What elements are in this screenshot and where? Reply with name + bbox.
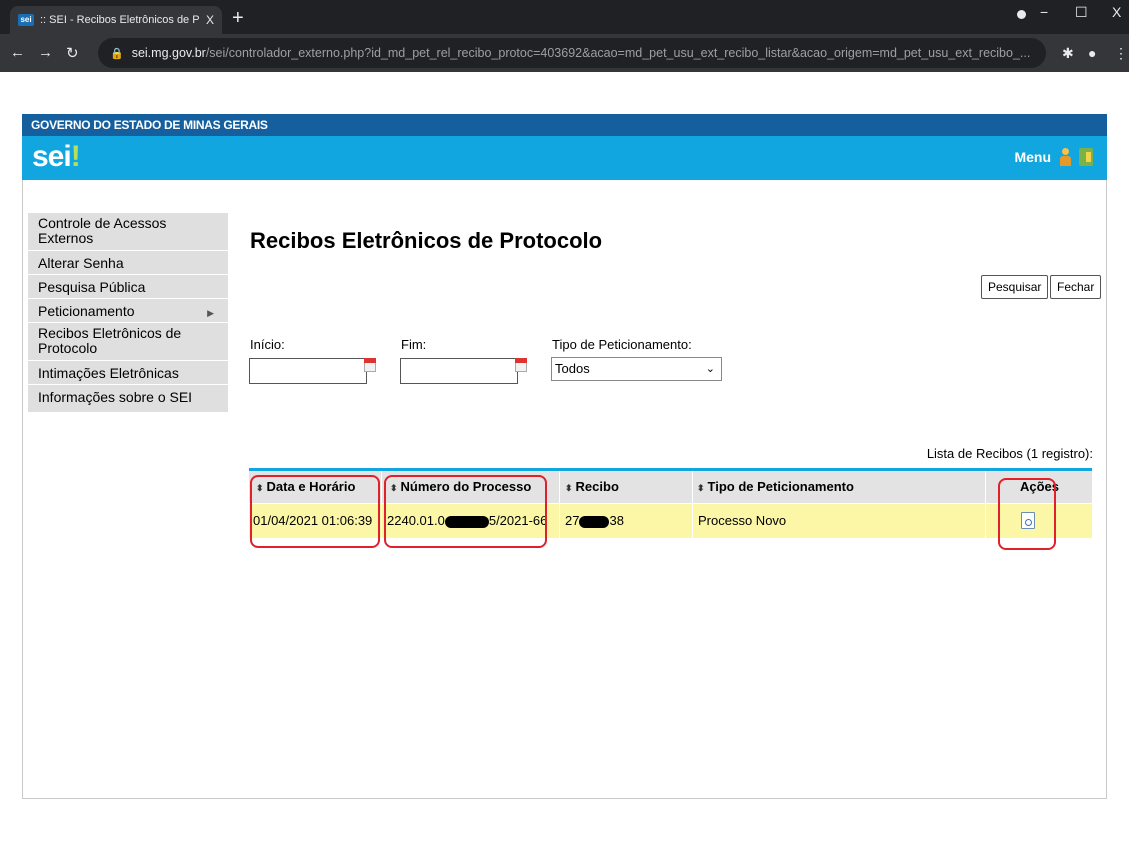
recibo-prefix: 27	[565, 513, 580, 528]
extensions-icon[interactable]: ✱	[1062, 45, 1074, 62]
sort-icon: ⬍	[697, 483, 705, 493]
processo-prefix: 2240.01.0	[387, 513, 445, 528]
table-row: 01/04/2021 01:06:39 2240.01.0 5/2021-66 2…	[249, 504, 1092, 538]
sidebar-item-controle-acessos[interactable]: Controle de Acessos Externos	[28, 213, 228, 251]
sei-logo[interactable]: sei!	[32, 140, 81, 174]
page-title: Recibos Eletrônicos de Protocolo	[250, 228, 603, 253]
processo-suffix: 5/2021-66	[488, 513, 548, 528]
sei-favicon-icon: sei	[18, 14, 34, 26]
tab-close-icon[interactable]: X	[206, 13, 214, 27]
cell-recibo: 27 38	[561, 504, 693, 538]
tab-title: :: SEI - Recibos Eletrônicos de Pro	[40, 14, 200, 26]
pesquisar-button[interactable]: Pesquisar	[981, 275, 1049, 299]
inicio-label: Início:	[250, 337, 285, 352]
col-header-acoes: Ações	[987, 471, 1092, 503]
back-arrow-icon[interactable]: ←	[10, 44, 25, 61]
forward-arrow-icon[interactable]: →	[38, 44, 53, 61]
col-header-data[interactable]: ⬍ Data e Horário	[249, 471, 382, 503]
close-window-button[interactable]: X	[1112, 4, 1121, 20]
tipo-label: Tipo de Peticionamento:	[552, 337, 692, 352]
sidebar-item-alterar-senha[interactable]: Alterar Senha	[28, 251, 228, 275]
sort-icon: ⬍	[565, 483, 573, 493]
cell-data: 01/04/2021 01:06:39	[249, 504, 382, 538]
col-header-label: Recibo	[575, 479, 619, 494]
sidebar-item-pesquisa-publica[interactable]: Pesquisa Pública	[28, 275, 228, 299]
avatar[interactable]: ●	[1088, 45, 1096, 61]
sort-icon: ⬍	[390, 483, 398, 493]
menu-link[interactable]: Menu	[1014, 149, 1051, 165]
maximize-button[interactable]: ☐	[1075, 4, 1088, 21]
col-header-label: Data e Horário	[266, 479, 356, 494]
cell-processo: 2240.01.0 5/2021-66	[383, 504, 560, 538]
url-path: /sei/controlador_externo.php?id_md_pet_r…	[205, 46, 1031, 60]
sidebar-item-label: Pesquisa Pública	[38, 279, 146, 295]
sidebar-item-label: Intimações Eletrônicas	[38, 365, 179, 381]
view-receipt-icon[interactable]	[1021, 512, 1035, 529]
gov-header: GOVERNO DO ESTADO DE MINAS GERAIS	[22, 114, 1107, 136]
exit-icon[interactable]	[1079, 148, 1093, 166]
col-header-recibo[interactable]: ⬍ Recibo	[561, 471, 693, 503]
browser-toolbar: ← → ↻ 🔒 sei.mg.gov.br /sei/controlador_e…	[0, 34, 1129, 72]
sidebar-item-informacoes[interactable]: Informações sobre o SEI	[28, 385, 228, 413]
sidebar-item-peticionamento[interactable]: Peticionamento ▶	[28, 299, 228, 323]
lock-icon: 🔒	[110, 47, 124, 60]
calendar-icon[interactable]	[515, 358, 527, 372]
minimize-button[interactable]: −	[1040, 4, 1048, 20]
col-header-label: Ações	[1019, 479, 1060, 494]
fim-date-input[interactable]	[400, 358, 518, 384]
browser-tab-strip: sei :: SEI - Recibos Eletrônicos de Pro …	[0, 0, 1129, 34]
inicio-date-input[interactable]	[249, 358, 367, 384]
recibo-suffix: 38	[609, 513, 624, 528]
submenu-arrow-icon: ▶	[207, 308, 214, 318]
incognito-icon[interactable]	[1017, 10, 1026, 19]
user-icon[interactable]	[1059, 148, 1071, 166]
sort-icon: ⬍	[256, 483, 264, 493]
cell-tipo: Processo Novo	[694, 504, 986, 538]
sidebar-item-intimacoes[interactable]: Intimações Eletrônicas	[28, 361, 228, 385]
sidebar-item-label: Peticionamento	[38, 303, 135, 319]
sidebar-item-label: Controle de Acessos Externos	[38, 215, 167, 246]
col-header-tipo[interactable]: ⬍ Tipo de Peticionamento	[694, 471, 986, 503]
redaction-mark	[444, 515, 489, 528]
address-bar[interactable]: 🔒 sei.mg.gov.br /sei/controlador_externo…	[98, 38, 1046, 68]
tipo-select[interactable]: Todos ⌄	[551, 357, 722, 381]
browser-tab[interactable]: sei :: SEI - Recibos Eletrônicos de Pro …	[10, 6, 222, 34]
logo-text: sei	[32, 140, 72, 173]
calendar-icon[interactable]	[364, 358, 376, 372]
reload-icon[interactable]: ↻	[66, 44, 79, 62]
table-header-row: ⬍ Data e Horário ⬍ Número do Processo ⬍ Rec…	[249, 471, 1092, 503]
col-header-processo[interactable]: ⬍ Número do Processo	[383, 471, 560, 503]
fechar-button[interactable]: Fechar	[1050, 275, 1102, 299]
browser-menu-icon[interactable]: ⋮	[1114, 45, 1128, 62]
sidebar-item-label: Recibos Eletrônicos de Protocolo	[38, 325, 182, 356]
menu-area: Menu	[1014, 148, 1093, 166]
tipo-selected-value: Todos	[555, 361, 590, 376]
fim-label: Fim:	[401, 337, 427, 352]
chevron-down-icon: ⌄	[705, 363, 715, 375]
sidebar-item-label: Alterar Senha	[38, 255, 124, 271]
col-header-label: Número do Processo	[400, 479, 532, 494]
sidebar-item-recibos[interactable]: Recibos Eletrônicos de Protocolo	[28, 323, 228, 361]
logo-bang: !	[70, 140, 81, 173]
col-header-label: Tipo de Peticionamento	[707, 479, 854, 494]
sidebar: Controle de Acessos Externos Alterar Sen…	[28, 213, 228, 413]
url-host: sei.mg.gov.br	[131, 46, 206, 60]
sei-header: sei! Menu	[22, 136, 1107, 180]
redaction-mark	[579, 515, 610, 528]
sidebar-item-label: Informações sobre o SEI	[38, 389, 193, 405]
table-caption: Lista de Recibos (1 registro):	[926, 446, 1093, 461]
new-tab-button[interactable]: +	[232, 8, 244, 28]
